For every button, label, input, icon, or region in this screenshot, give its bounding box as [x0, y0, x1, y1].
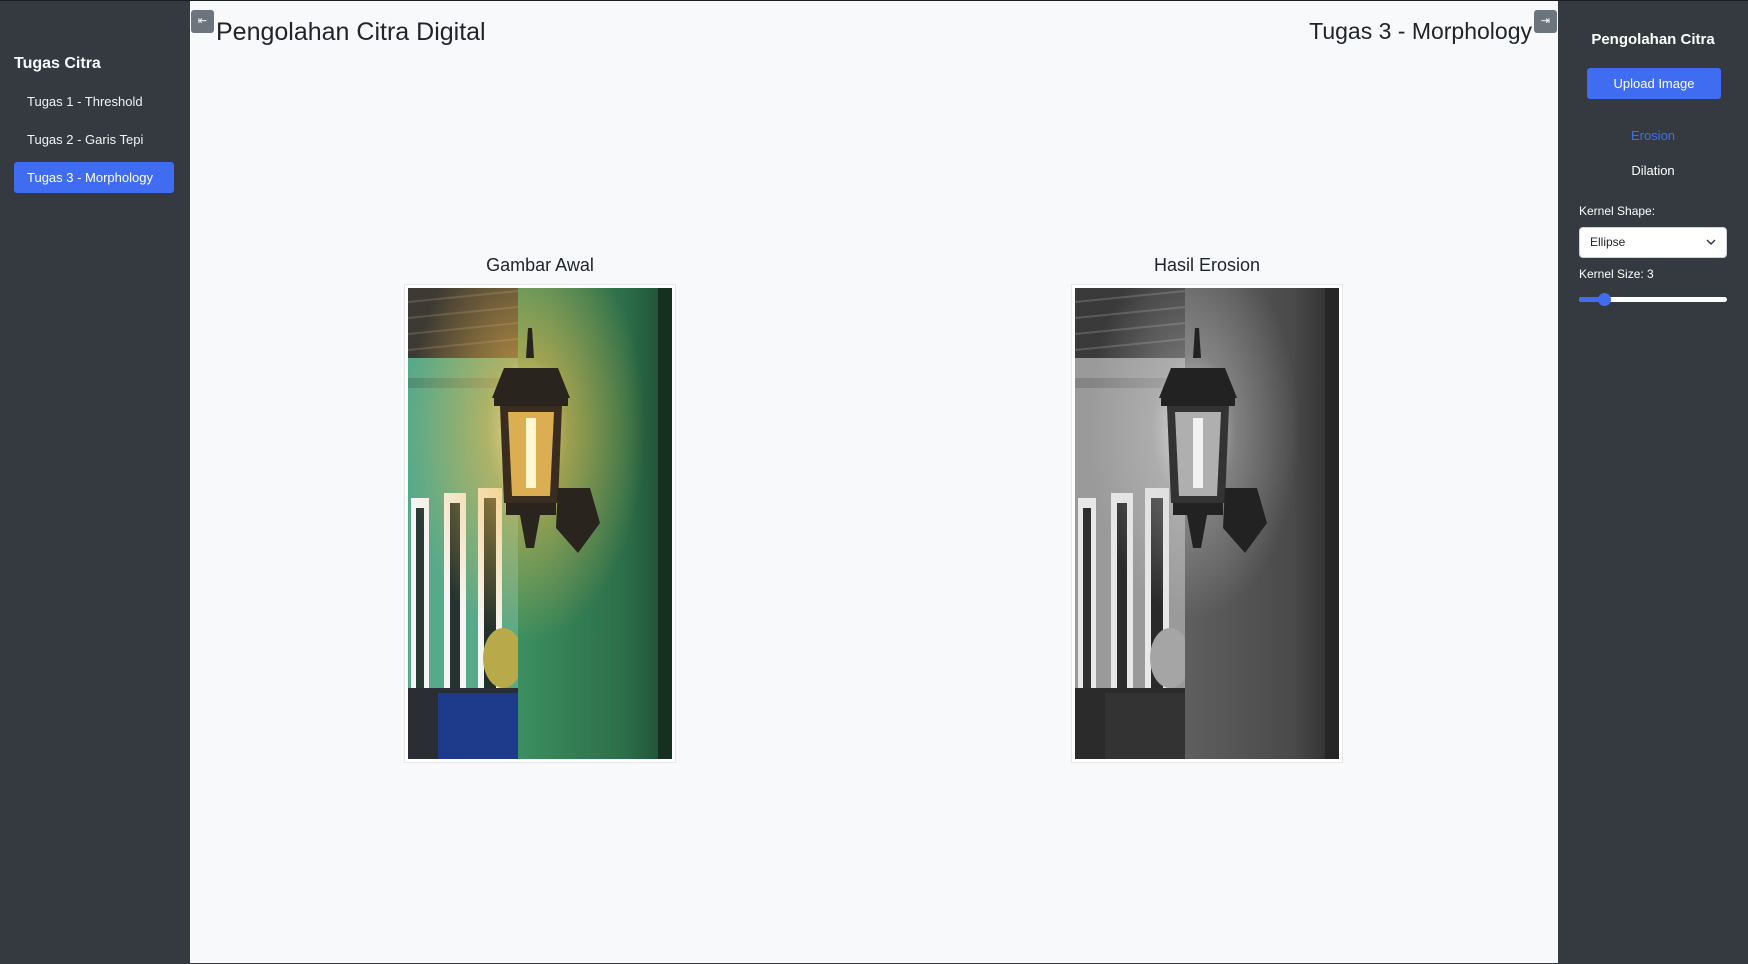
kernel-shape-value: Ellipse	[1590, 235, 1626, 249]
sidebar-item-tugas-2[interactable]: Tugas 2 - Garis Tepi	[14, 124, 174, 155]
page-subtitle: Tugas 3 - Morphology	[1309, 18, 1532, 44]
left-sidebar: Tugas Citra Tugas 1 - Threshold Tugas 2 …	[0, 1, 190, 964]
erosion-option[interactable]: Erosion	[1558, 128, 1748, 143]
sidebar-item-tugas-3[interactable]: Tugas 3 - Morphology	[14, 162, 174, 193]
arrow-to-right-icon: ⇥	[1540, 15, 1551, 27]
upload-image-button[interactable]: Upload Image	[1587, 68, 1721, 99]
original-image-caption: Gambar Awal	[486, 255, 594, 275]
sidebar-title: Tugas Citra	[14, 55, 101, 72]
control-panel-title: Pengolahan Citra	[1591, 31, 1715, 48]
sidebar-item-tugas-1[interactable]: Tugas 1 - Threshold	[14, 86, 174, 117]
kernel-size-slider[interactable]	[1579, 291, 1727, 307]
result-image-panel: Hasil Erosion	[1071, 251, 1343, 763]
dilation-option[interactable]: Dilation	[1558, 163, 1748, 178]
main-content: ⇤ ⇥ Pengolahan Citra Digital Tugas 3 - M…	[190, 1, 1558, 963]
chevron-down-icon	[1706, 228, 1716, 268]
result-image	[1074, 288, 1339, 759]
kernel-shape-select[interactable]: Ellipse	[1579, 227, 1727, 258]
original-image-panel: Gambar Awal	[404, 251, 676, 763]
result-image-caption: Hasil Erosion	[1153, 255, 1261, 275]
page-title: Pengolahan Citra Digital	[216, 18, 486, 46]
kernel-shape-label: Kernel Shape:	[1579, 204, 1656, 218]
arrow-to-left-icon: ⇤	[197, 15, 208, 27]
kernel-size-label: Kernel Size: 3	[1579, 267, 1654, 281]
right-sidebar: Pengolahan Citra Upload Image Erosion Di…	[1558, 1, 1748, 964]
original-image	[407, 288, 672, 759]
result-image-frame	[1071, 284, 1343, 763]
original-image-frame	[404, 284, 676, 763]
slider-thumb[interactable]	[1598, 293, 1612, 306]
collapse-right-sidebar-button[interactable]: ⇥	[1534, 10, 1557, 33]
collapse-left-sidebar-button[interactable]: ⇤	[191, 10, 214, 33]
